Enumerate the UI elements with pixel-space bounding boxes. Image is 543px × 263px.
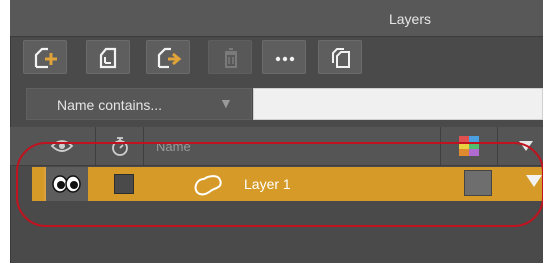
layer-shape-icon xyxy=(194,175,222,196)
copy-icon xyxy=(332,48,350,68)
move-layer-button[interactable] xyxy=(146,40,190,74)
layer-dropdown-arrow[interactable] xyxy=(526,175,542,187)
layer-visibility-toggle[interactable] xyxy=(44,167,88,201)
chevron-down-icon: ▼ xyxy=(219,95,233,111)
ellipsis-icon xyxy=(275,56,295,62)
layers-toolbar xyxy=(10,36,543,80)
name-column-header[interactable]: Name xyxy=(156,139,191,154)
color-grid-icon xyxy=(459,136,479,156)
layer-lock-swatch[interactable] xyxy=(114,174,134,194)
panel-titlebar: Layers xyxy=(10,0,543,37)
panel-menu-arrow[interactable] xyxy=(519,141,533,151)
filter-mode-dropdown[interactable]: Name contains... ▼ xyxy=(26,88,252,120)
layers-panel: Layers Name contains... ▼ Name Layer 1 xyxy=(10,0,543,263)
delete-layer-button[interactable] xyxy=(208,40,252,74)
trash-icon xyxy=(225,48,237,68)
layer-name[interactable]: Layer 1 xyxy=(244,176,291,192)
filter-mode-label: Name contains... xyxy=(57,97,163,113)
layer-lock-cell[interactable] xyxy=(90,167,154,201)
filter-search-input[interactable] xyxy=(253,88,543,120)
panel-title: Layers xyxy=(388,11,431,27)
move-layer-icon xyxy=(157,47,182,69)
layers-column-header: Name xyxy=(10,127,543,166)
eye-icon xyxy=(50,140,74,152)
layer-color-swatch[interactable] xyxy=(464,170,492,196)
copy-layer-button[interactable] xyxy=(318,40,362,74)
duplicate-layer-button[interactable] xyxy=(86,40,130,74)
visibility-column[interactable] xyxy=(10,127,96,165)
color-column[interactable] xyxy=(440,127,498,165)
new-layer-icon xyxy=(34,47,57,69)
stopwatch-icon xyxy=(112,137,128,156)
eyes-icon xyxy=(52,175,81,193)
more-options-button[interactable] xyxy=(262,40,306,74)
new-layer-button[interactable] xyxy=(23,40,67,74)
timer-column[interactable] xyxy=(96,127,144,165)
filter-row: Name contains... ▼ xyxy=(10,84,543,124)
layer-row[interactable]: Layer 1 xyxy=(32,167,543,201)
duplicate-layer-icon xyxy=(99,47,117,69)
